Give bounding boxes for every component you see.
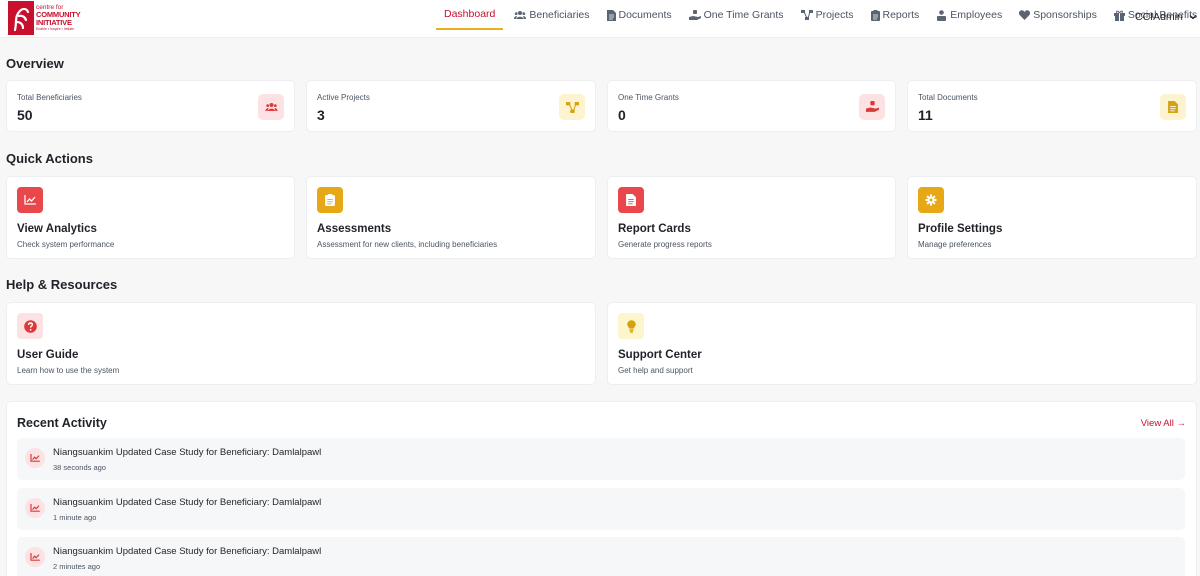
heart-icon (1019, 10, 1031, 20)
nav-employees-label: Employees (950, 9, 1003, 21)
main-nav: Dashboard Beneficiaries Documents One Ti… (436, 0, 1200, 30)
question-circle-icon (17, 313, 43, 339)
help-desc-text: Get help and support (618, 366, 693, 375)
stat-label: One Time Grants (618, 93, 679, 102)
stat-card-documents[interactable]: Total Documents 11 (907, 80, 1197, 132)
nav-employees[interactable]: Employees (936, 0, 1002, 30)
activity-text: Niangsuankim Updated Case Study for Bene… (53, 447, 322, 458)
document-icon (1160, 94, 1186, 120)
nav-dashboard-label: Dashboard (444, 8, 496, 20)
logo-tagline: Enable • Inspire • Initiate (36, 27, 75, 31)
user-menu[interactable]: CCIAdmin (1135, 0, 1197, 34)
activity-text: Niangsuankim Updated Case Study for Bene… (53, 546, 322, 557)
quick-action-desc: Manage preferences (918, 240, 992, 249)
chart-line-icon (25, 448, 45, 468)
activity-text: Niangsuankim Updated Case Study for Bene… (53, 497, 322, 508)
chart-line-icon (17, 187, 43, 213)
top-header: centre for COMMUNITY INITIATIVE Enable •… (0, 0, 1200, 38)
view-all-link[interactable]: View All → (1141, 418, 1186, 429)
nav-beneficiaries[interactable]: Beneficiaries (514, 0, 590, 30)
stat-label: Total Beneficiaries (17, 93, 82, 102)
stat-label: Total Documents (918, 93, 978, 102)
nav-documents[interactable]: Documents (606, 0, 672, 30)
activity-time: 1 minute ago (53, 513, 97, 522)
nav-projects[interactable]: Projects (800, 0, 854, 30)
username: CCIAdmin (1135, 11, 1183, 23)
nav-reports[interactable]: Reports (870, 0, 920, 30)
stat-label: Active Projects (317, 93, 370, 102)
hand-holding-icon (859, 94, 885, 120)
activity-time: 38 seconds ago (53, 463, 106, 472)
activity-time: 2 minutes ago (53, 562, 101, 571)
lightbulb-icon (618, 313, 644, 339)
gift-icon (1113, 10, 1125, 21)
nav-one-time-grants[interactable]: One Time Grants (688, 0, 784, 30)
gear-icon (918, 187, 944, 213)
help-title-text: Support Center (618, 349, 702, 361)
quick-action-title: View Analytics (17, 223, 97, 235)
help-title-text: User Guide (17, 349, 79, 361)
quick-action-title: Profile Settings (918, 223, 1003, 235)
help-desc-text: Learn how to use the system (17, 366, 120, 375)
nav-one-time-grants-label: One Time Grants (703, 9, 784, 21)
quick-action-profile-settings[interactable]: Profile Settings Manage preferences (907, 176, 1197, 259)
help-title: Help & Resources (6, 277, 118, 292)
quick-action-report-cards[interactable]: Report Cards Generate progress reports (607, 176, 896, 259)
user-group-icon (936, 9, 947, 21)
quick-action-desc: Generate progress reports (618, 240, 712, 249)
clipboard-icon (870, 9, 880, 21)
nav-sponsorships[interactable]: Sponsorships (1019, 0, 1097, 30)
logo-line-3: INITIATIVE (36, 17, 72, 27)
stat-value: 11 (918, 107, 933, 123)
project-diagram-icon (800, 10, 813, 20)
stat-value: 3 (317, 107, 325, 123)
quick-action-title: Assessments (317, 223, 392, 235)
nav-projects-label: Projects (815, 9, 854, 21)
quick-action-desc: Check system performance (17, 240, 115, 249)
quick-actions-title: Quick Actions (6, 151, 93, 166)
help-card-support-center[interactable]: Support Center Get help and support (607, 302, 1197, 385)
nav-sponsorships-label: Sponsorships (1033, 9, 1097, 21)
recent-activity-title: Recent Activity (17, 416, 107, 430)
nav-documents-label: Documents (618, 9, 672, 21)
stat-value: 50 (17, 107, 33, 123)
quick-action-desc: Assessment for new clients, including be… (317, 240, 498, 249)
nav-beneficiaries-label: Beneficiaries (529, 9, 590, 21)
logo-mark-icon (8, 1, 34, 35)
activity-item[interactable]: Niangsuankim Updated Case Study for Bene… (17, 537, 1185, 576)
overview-title: Overview (6, 56, 64, 71)
chart-line-icon (25, 547, 45, 567)
logo[interactable]: centre for COMMUNITY INITIATIVE Enable •… (8, 1, 88, 35)
hand-holding-icon (688, 9, 701, 21)
quick-action-title: Report Cards (618, 223, 691, 235)
chart-line-icon (25, 498, 45, 518)
clipboard-list-icon (317, 187, 343, 213)
quick-action-view-analytics[interactable]: View Analytics Check system performance (6, 176, 295, 259)
quick-action-assessments[interactable]: Assessments Assessment for new clients, … (306, 176, 596, 259)
project-diagram-icon (559, 94, 585, 120)
users-icon (258, 94, 284, 120)
help-card-user-guide[interactable]: User Guide Learn how to use the system (6, 302, 596, 385)
stat-card-projects[interactable]: Active Projects 3 (306, 80, 596, 132)
recent-activity-panel: Recent Activity View All → Niangsuankim … (6, 401, 1197, 576)
stat-value: 0 (618, 107, 626, 123)
stat-card-grants[interactable]: One Time Grants 0 (607, 80, 896, 132)
stat-card-beneficiaries[interactable]: Total Beneficiaries 50 (6, 80, 295, 132)
nav-reports-label: Reports (882, 9, 920, 21)
chevron-down-icon (1189, 14, 1197, 20)
nav-dashboard[interactable]: Dashboard (436, 1, 504, 30)
activity-item[interactable]: Niangsuankim Updated Case Study for Bene… (17, 438, 1185, 480)
document-icon (606, 9, 616, 21)
activity-item[interactable]: Niangsuankim Updated Case Study for Bene… (17, 488, 1185, 530)
users-icon (514, 10, 527, 20)
file-alt-icon (618, 187, 644, 213)
